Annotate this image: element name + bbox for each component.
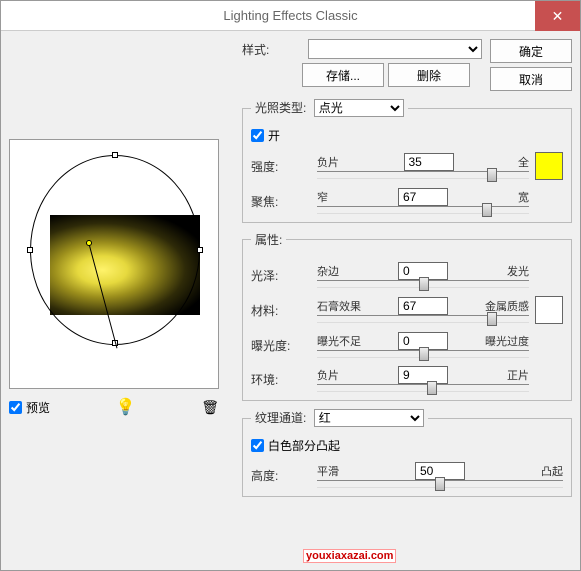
- trash-icon[interactable]: 🗑: [201, 399, 219, 416]
- ambient-label: 环境:: [251, 371, 311, 388]
- light-center-handle[interactable]: [86, 240, 92, 246]
- focus-label: 聚焦:: [251, 193, 311, 210]
- light-on-checkbox[interactable]: [251, 129, 264, 142]
- preview-checkbox[interactable]: [9, 401, 22, 414]
- slider-thumb[interactable]: [419, 347, 429, 361]
- ambient-input[interactable]: [398, 366, 448, 384]
- slider-thumb[interactable]: [427, 381, 437, 395]
- style-dropdown[interactable]: [308, 39, 482, 59]
- ambient-color-swatch[interactable]: [535, 296, 563, 324]
- ambient-slider[interactable]: [317, 384, 529, 392]
- preview-canvas[interactable]: [9, 139, 219, 389]
- preview-checkbox-label[interactable]: 预览: [9, 399, 50, 416]
- white-high-checkbox[interactable]: [251, 439, 264, 452]
- light-on-label[interactable]: 开: [251, 127, 563, 144]
- focus-slider[interactable]: [317, 206, 529, 214]
- light-type-group: 光照类型: 点光 开 强度: 负片 全: [242, 99, 572, 223]
- gloss-slider[interactable]: [317, 280, 529, 288]
- texture-channel-dropdown[interactable]: 红: [314, 409, 424, 427]
- ok-button[interactable]: 确定: [490, 39, 572, 63]
- slider-thumb[interactable]: [482, 203, 492, 217]
- exposure-label: 曝光度:: [251, 337, 311, 354]
- light-ellipse[interactable]: [30, 155, 200, 345]
- ellipse-handle[interactable]: [112, 152, 118, 158]
- watermark-text: youxiaxazai.com: [303, 549, 396, 563]
- save-button[interactable]: 存储...: [302, 63, 384, 87]
- cancel-button[interactable]: 取消: [490, 67, 572, 91]
- lightbulb-icon[interactable]: 💡: [116, 397, 136, 417]
- exposure-slider[interactable]: [317, 350, 529, 358]
- intensity-label: 强度:: [251, 158, 311, 175]
- material-slider[interactable]: [317, 315, 529, 323]
- texture-legend: 纹理通道:: [255, 411, 306, 425]
- slider-thumb[interactable]: [435, 477, 445, 491]
- focus-input[interactable]: [398, 188, 448, 206]
- preview-label-text: 预览: [26, 399, 50, 416]
- material-input[interactable]: [398, 297, 448, 315]
- light-type-legend: 光照类型:: [255, 101, 306, 115]
- delete-button[interactable]: 删除: [388, 63, 470, 87]
- slider-thumb[interactable]: [419, 277, 429, 291]
- gloss-label: 光泽:: [251, 267, 311, 284]
- ellipse-handle[interactable]: [27, 247, 33, 253]
- close-button[interactable]: ✕: [535, 1, 580, 31]
- intensity-input[interactable]: [404, 153, 454, 171]
- ellipse-handle[interactable]: [197, 247, 203, 253]
- title-bar: Lighting Effects Classic ✕: [1, 1, 580, 31]
- material-label: 材料:: [251, 302, 311, 319]
- dialog-window: Lighting Effects Classic ✕ 预览 💡 🗑: [0, 0, 581, 571]
- height-slider[interactable]: [317, 480, 563, 488]
- slider-thumb[interactable]: [487, 168, 497, 182]
- window-title: Lighting Effects Classic: [223, 8, 357, 23]
- white-high-label[interactable]: 白色部分凸起: [251, 437, 563, 454]
- properties-group: 属性: 光泽: 杂边 发光 材料:: [242, 231, 572, 401]
- texture-group: 纹理通道: 红 白色部分凸起 高度: 平滑 凸起: [242, 409, 572, 497]
- slider-thumb[interactable]: [487, 312, 497, 326]
- light-type-dropdown[interactable]: 点光: [314, 99, 404, 117]
- style-label: 样式:: [242, 41, 302, 58]
- properties-legend: 属性:: [251, 231, 286, 248]
- height-label: 高度:: [251, 467, 311, 484]
- light-color-swatch[interactable]: [535, 152, 563, 180]
- intensity-slider[interactable]: [317, 171, 529, 179]
